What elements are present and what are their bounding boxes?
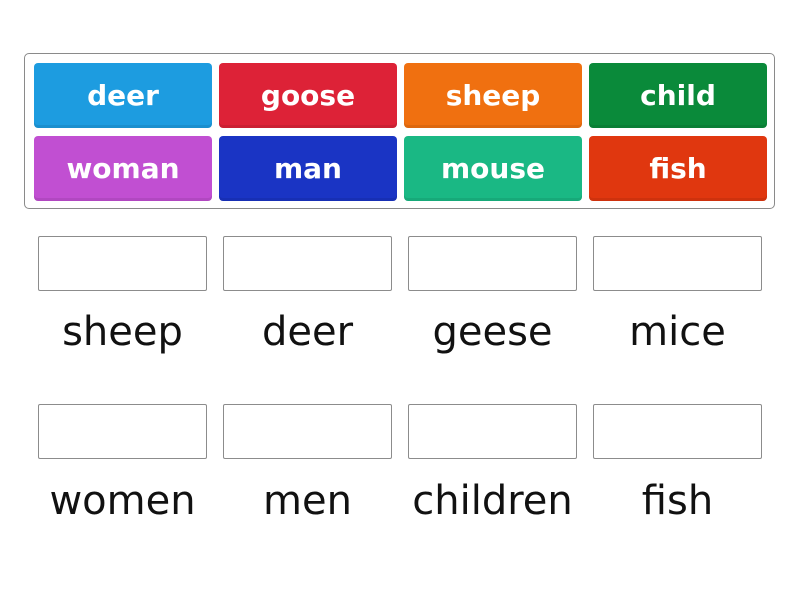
target-label: deer: [261, 309, 354, 355]
drop-slot[interactable]: [38, 404, 207, 459]
tile-goose[interactable]: goose: [219, 63, 397, 128]
tile-child[interactable]: child: [589, 63, 767, 128]
drop-slot[interactable]: [223, 236, 392, 291]
target-label: sheep: [62, 309, 183, 355]
tile-deer[interactable]: deer: [34, 63, 212, 128]
drop-slot[interactable]: [38, 236, 207, 291]
drop-slot[interactable]: [408, 404, 577, 459]
drop-slot[interactable]: [408, 236, 577, 291]
tile-woman[interactable]: woman: [34, 136, 212, 201]
tile-fish[interactable]: fish: [589, 136, 767, 201]
tile-mouse[interactable]: mouse: [404, 136, 582, 201]
target-label: men: [263, 478, 352, 524]
drop-slot[interactable]: [593, 404, 762, 459]
drop-slot[interactable]: [593, 236, 762, 291]
target-label: children: [412, 478, 573, 524]
drop-slot[interactable]: [223, 404, 392, 459]
target-label: mice: [629, 309, 726, 355]
tile-man[interactable]: man: [219, 136, 397, 201]
tile-sheep[interactable]: sheep: [404, 63, 582, 128]
word-bank: deer goose sheep child woman man mouse f…: [24, 53, 775, 209]
target-label: fish: [641, 478, 714, 524]
target-label: women: [49, 478, 196, 524]
target-label: geese: [432, 309, 553, 355]
